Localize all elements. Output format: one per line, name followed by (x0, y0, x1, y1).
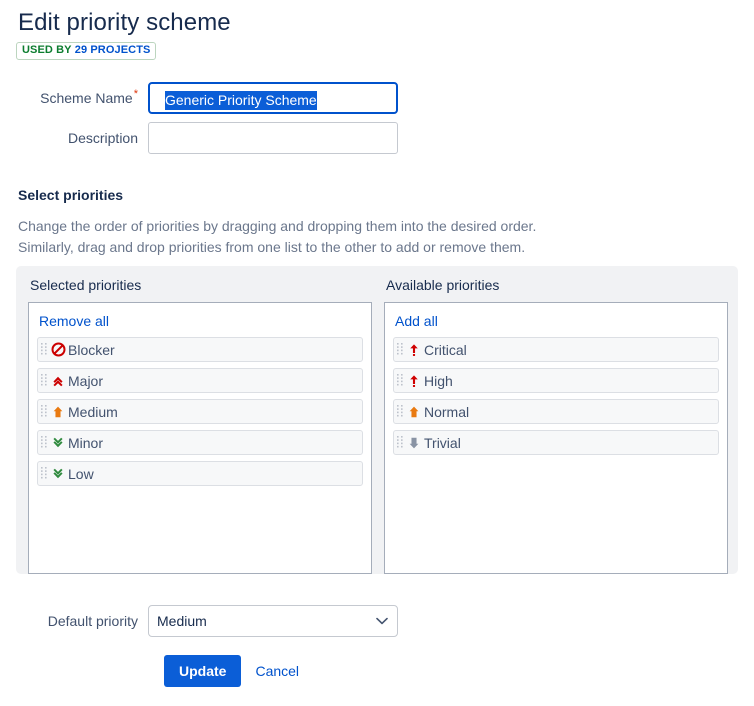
chevron-double-down-icon (50, 435, 66, 451)
page-title: Edit priority scheme (18, 9, 231, 36)
arrow-up-icon (406, 404, 422, 420)
drag-handle-icon[interactable] (397, 373, 404, 388)
list-item-label: Major (68, 372, 104, 389)
list-item-label: High (424, 372, 453, 389)
badge-suffix: PROJECTS (90, 44, 151, 56)
list-item[interactable]: Trivial (393, 430, 719, 455)
cancel-link[interactable]: Cancel (255, 663, 299, 679)
description-input-inner[interactable] (157, 123, 407, 155)
drag-handle-icon[interactable] (397, 435, 404, 450)
form-actions: Update Cancel (164, 655, 299, 687)
status-badge: USED BY 29 PROJECTS (16, 42, 157, 60)
list-item[interactable]: Minor (37, 430, 363, 455)
section-description-line-2: Similarly, drag and drop priorities from… (18, 239, 526, 255)
drag-handle-icon[interactable] (41, 373, 48, 388)
list-item[interactable]: High (393, 368, 719, 393)
selected-priorities-list[interactable]: Remove all Blocker Major Medium Minor Lo… (28, 302, 372, 574)
list-item-label: Blocker (68, 341, 115, 358)
edit-priority-scheme-page: Edit priority scheme USED BY 29 PROJECTS… (0, 0, 754, 706)
selected-priorities-column: Selected priorities Remove all Blocker M… (28, 276, 372, 574)
drag-handle-icon[interactable] (397, 342, 404, 357)
available-priorities-title: Available priorities (386, 277, 500, 293)
default-priority-label: Default priority (47, 613, 138, 629)
list-item-label: Low (68, 465, 94, 482)
chevron-double-up-icon (50, 373, 66, 389)
list-item-label: Trivial (424, 434, 461, 451)
selected-priorities-title: Selected priorities (30, 277, 142, 293)
required-marker: * (133, 88, 138, 101)
drag-handle-icon[interactable] (41, 466, 48, 481)
scheme-name-label-text: Scheme Name (40, 90, 133, 106)
section-title: Select priorities (18, 187, 124, 203)
available-priorities-list[interactable]: Add all Critical High Normal Trivial (384, 302, 728, 574)
description-label: Description (67, 130, 138, 146)
default-priority-select-value[interactable]: Medium (148, 605, 398, 637)
list-item-label: Medium (68, 403, 118, 420)
chevron-double-down-icon (50, 466, 66, 482)
default-priority-row: Default priority Medium (0, 605, 420, 637)
remove-all-link[interactable]: Remove all (39, 311, 109, 331)
priority-dual-list-panel: Selected priorities Remove all Blocker M… (16, 266, 738, 574)
scheme-name-label: Scheme Name* (0, 89, 148, 107)
list-item[interactable]: Normal (393, 399, 719, 424)
scheme-name-row: Scheme Name* Generic Priority Scheme (0, 82, 420, 114)
scheme-name-value: Generic Priority Scheme (165, 90, 317, 110)
list-item[interactable]: Critical (393, 337, 719, 362)
scheme-name-input-inner[interactable]: Generic Priority Scheme (158, 84, 408, 116)
section-description: Change the order of priorities by draggi… (18, 216, 578, 258)
list-item-label: Minor (68, 434, 104, 451)
list-item[interactable]: Major (37, 368, 363, 393)
drag-handle-icon[interactable] (41, 404, 48, 419)
arrow-up-icon (50, 404, 66, 420)
arrow-down-icon (406, 435, 422, 451)
list-item-label: Normal (424, 403, 470, 420)
list-item[interactable]: Low (37, 461, 363, 486)
badge-count: 29 (74, 44, 88, 56)
list-item[interactable]: Medium (37, 399, 363, 424)
arrow-up-alert-icon (406, 342, 422, 358)
badge-prefix: USED BY (22, 44, 72, 56)
drag-handle-icon[interactable] (41, 342, 48, 357)
section-description-line-1: Change the order of priorities by draggi… (18, 218, 537, 234)
description-input[interactable] (148, 122, 398, 154)
description-row: Description (0, 122, 420, 154)
arrow-up-alert-icon (406, 373, 422, 389)
scheme-name-input[interactable]: Generic Priority Scheme (148, 82, 398, 114)
drag-handle-icon[interactable] (41, 435, 48, 450)
default-priority-select[interactable]: Medium (148, 605, 398, 637)
update-button[interactable]: Update (164, 655, 242, 687)
blocker-icon (50, 342, 66, 358)
available-priorities-column: Available priorities Add all Critical Hi… (384, 276, 728, 574)
list-item-label: Critical (424, 341, 467, 358)
add-all-link[interactable]: Add all (395, 311, 438, 331)
drag-handle-icon[interactable] (397, 404, 404, 419)
list-item[interactable]: Blocker (37, 337, 363, 362)
